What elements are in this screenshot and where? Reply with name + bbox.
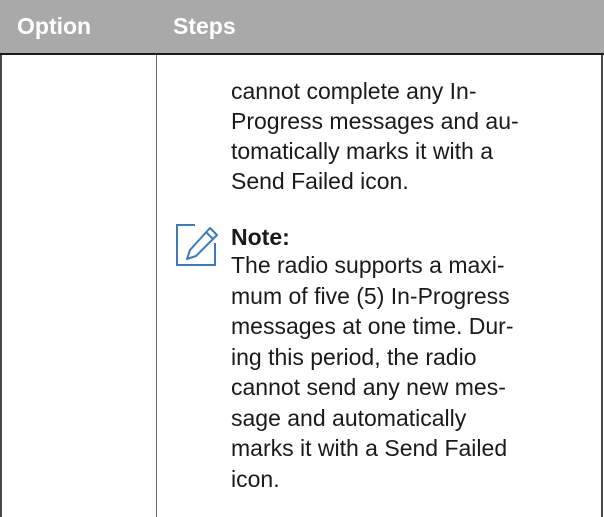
- note-pencil-icon: [174, 222, 220, 268]
- column-header-steps: Steps: [173, 13, 236, 39]
- note-title: Note:: [231, 224, 290, 250]
- header-divider: [0, 53, 604, 55]
- column-header-option: Option: [17, 13, 92, 39]
- table-header: Option Steps: [0, 0, 604, 53]
- note-body: The radio supports a maxi- mum of five (…: [231, 252, 514, 492]
- step-text: cannot complete any In- Progress message…: [231, 78, 519, 194]
- column-divider: [156, 55, 157, 517]
- table-left-border: [0, 55, 2, 517]
- table-right-border: [601, 55, 603, 517]
